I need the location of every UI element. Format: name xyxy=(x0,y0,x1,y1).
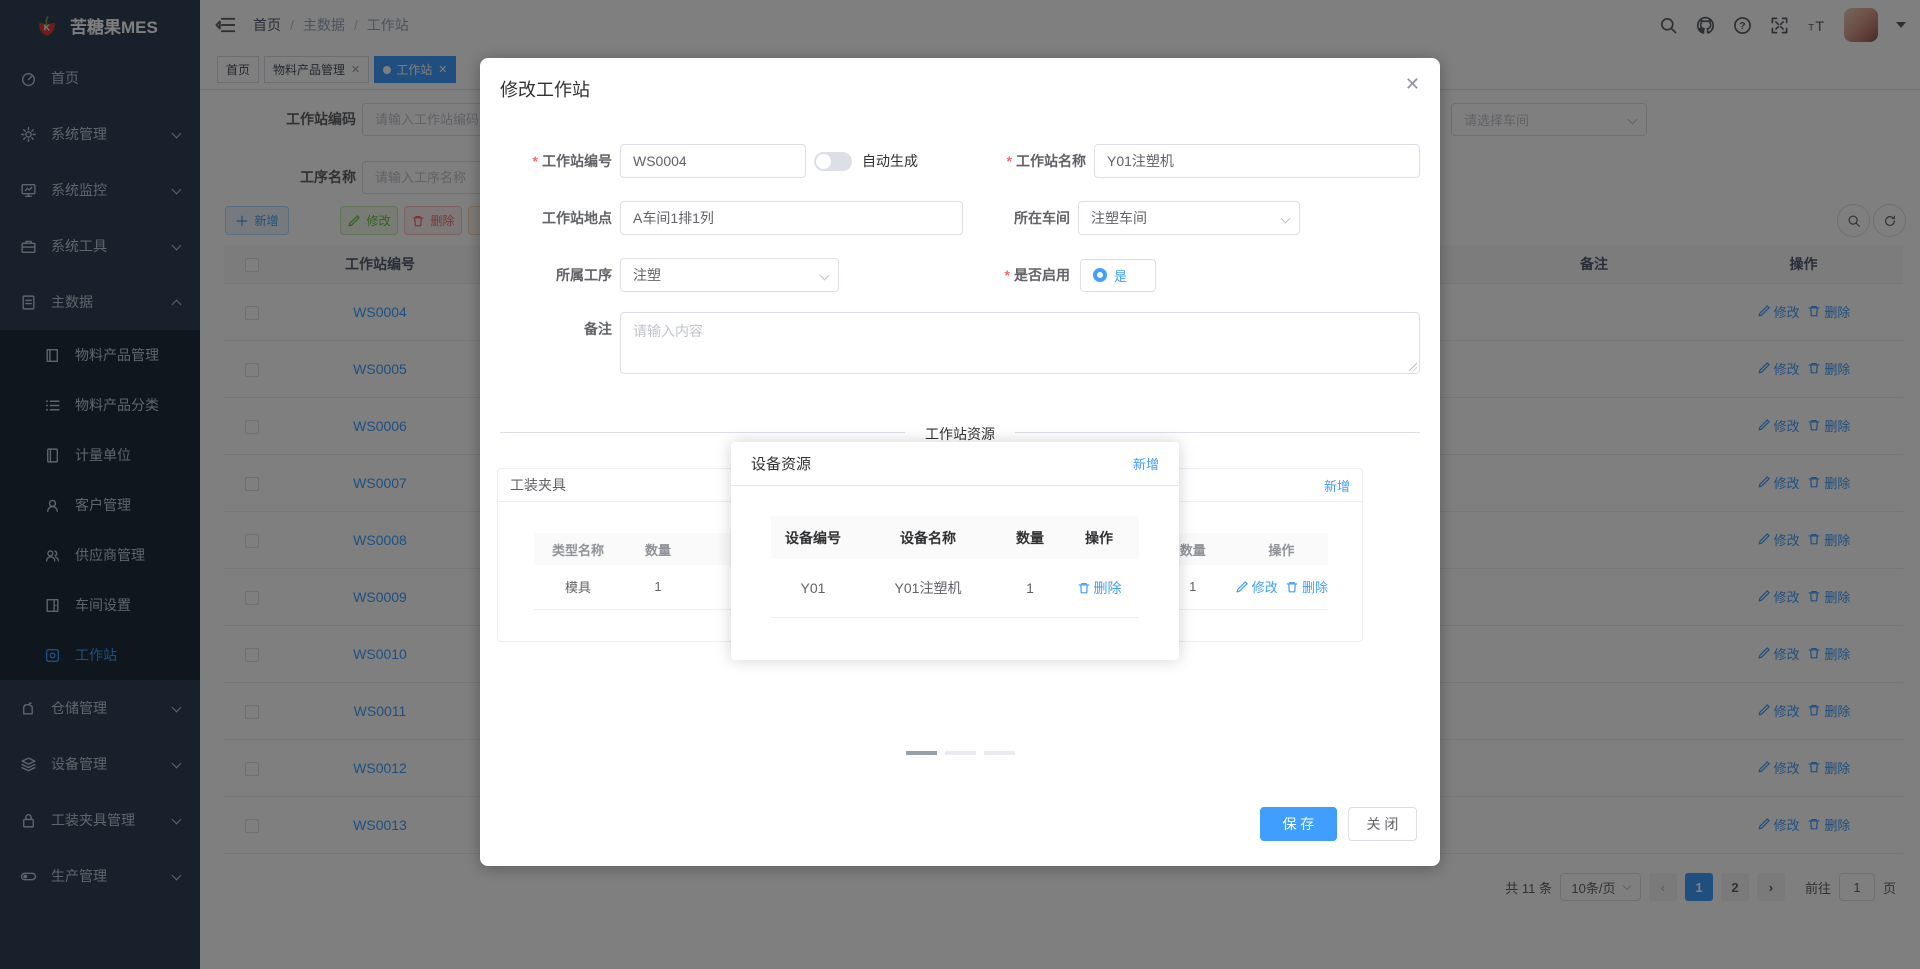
edit-workstation-dialog: 修改工作站 ✕ 工作站编号 自动生成 工作站名称 工作站地点 所在车间 注塑车间… xyxy=(480,58,1440,866)
carousel-indicators xyxy=(480,751,1440,755)
enabled-label: 是否启用 xyxy=(880,258,1070,292)
process-select[interactable]: 注塑 xyxy=(620,258,839,292)
right-card-add-link[interactable]: 新增 xyxy=(1324,476,1350,495)
auto-generate-toggle[interactable] xyxy=(814,152,852,171)
close-button[interactable]: 关 闭 xyxy=(1348,807,1417,841)
process-label: 所属工序 xyxy=(556,267,612,283)
device-delete-link[interactable]: 删除 xyxy=(1077,578,1122,598)
save-button[interactable]: 保 存 xyxy=(1260,807,1337,841)
carousel-dot-1[interactable] xyxy=(905,751,937,755)
trash-icon xyxy=(1078,582,1089,594)
section-divider: 工作站资源 xyxy=(480,424,1440,444)
name-label: 工作站名称 xyxy=(900,144,1086,178)
enabled-yes-radio[interactable]: 是 xyxy=(1080,258,1157,292)
dialog-close-icon[interactable]: ✕ xyxy=(1405,74,1420,95)
device-resource-panel: 设备资源 新增 设备编号 设备名称 数量 操作 Y01 Y01注塑机 1 删除 xyxy=(731,442,1179,660)
pencil-icon xyxy=(1236,580,1248,592)
remark-textarea[interactable]: 请输入内容 xyxy=(620,312,1420,374)
resize-handle[interactable] xyxy=(1407,361,1417,371)
trash-icon xyxy=(1286,581,1298,592)
fixture-card-title: 工装夹具 xyxy=(510,477,566,493)
carousel-dot-2[interactable] xyxy=(944,751,976,755)
right-card-delete-link[interactable]: 删除 xyxy=(1285,577,1328,596)
dialog-title: 修改工作站 xyxy=(500,80,590,100)
code-input[interactable] xyxy=(620,144,806,178)
workshop-label: 所在车间 xyxy=(1014,210,1070,226)
chevron-down-icon xyxy=(819,270,830,281)
code-label: 工作站编号 xyxy=(480,144,612,178)
name-input[interactable] xyxy=(1094,144,1420,178)
right-card-edit-link[interactable]: 修改 xyxy=(1235,577,1278,596)
device-table: 设备编号 设备名称 数量 操作 Y01 Y01注塑机 1 删除 xyxy=(771,516,1139,618)
workshop-select[interactable]: 注塑车间 xyxy=(1078,201,1300,235)
location-label: 工作站地点 xyxy=(542,210,612,226)
remark-label: 备注 xyxy=(584,321,612,337)
device-row: Y01 Y01注塑机 1 删除 xyxy=(771,559,1139,618)
chevron-down-icon xyxy=(1280,213,1291,224)
device-add-link[interactable]: 新增 xyxy=(1133,454,1159,473)
carousel-dot-3[interactable] xyxy=(983,751,1015,755)
device-panel-title: 设备资源 xyxy=(751,456,812,473)
